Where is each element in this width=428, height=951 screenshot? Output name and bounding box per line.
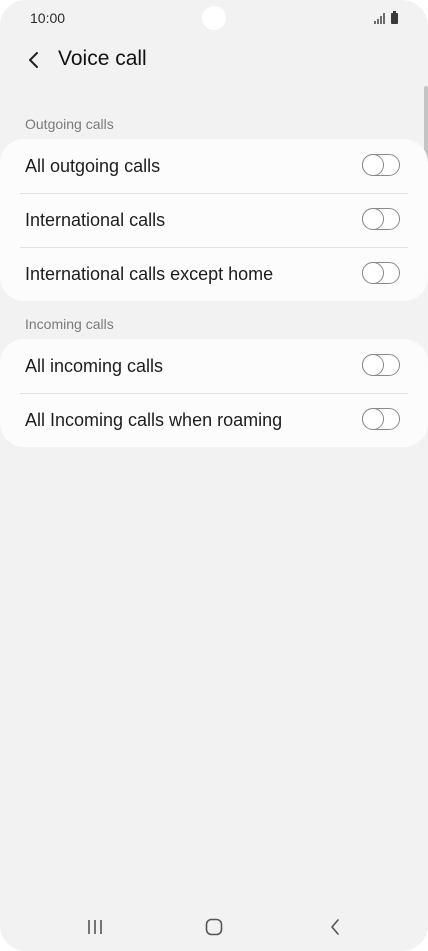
- list-item-label: All Incoming calls when roaming: [25, 410, 283, 430]
- toggle-switch[interactable]: [361, 353, 400, 376]
- status-bar: 10:00: [0, 0, 428, 38]
- toggle-knob: [361, 153, 384, 176]
- back-icon: [331, 919, 339, 935]
- list-item-international-calls-except-home[interactable]: International calls except home: [0, 247, 428, 301]
- toggle-switch[interactable]: [361, 207, 400, 230]
- toggle-switch[interactable]: [361, 153, 400, 176]
- list-item-all-incoming-calls-when-roaming[interactable]: All Incoming calls when roaming: [0, 393, 428, 447]
- navigation-bar: [0, 900, 428, 951]
- camera-cutout: [202, 6, 226, 30]
- toggle-switch[interactable]: [361, 407, 400, 430]
- toggle-knob: [361, 407, 384, 430]
- back-button[interactable]: [20, 46, 48, 74]
- list-item-all-outgoing-calls[interactable]: All outgoing calls: [0, 139, 428, 193]
- chevron-left-icon: [29, 52, 38, 68]
- toggle-knob: [361, 207, 384, 230]
- page-title: Voice call: [58, 47, 147, 70]
- recent-apps-button[interactable]: [75, 914, 115, 940]
- list-item-label: International calls: [25, 210, 166, 230]
- toggle-knob: [361, 353, 384, 376]
- status-time: 10:00: [30, 10, 66, 26]
- phone-screen: 10:00 Voice call Outgoing calls All outg…: [0, 0, 428, 951]
- list-item-label: International calls except home: [25, 264, 274, 284]
- list-item-international-calls[interactable]: International calls: [0, 193, 428, 247]
- toggle-switch[interactable]: [361, 261, 400, 284]
- recent-apps-icon: [88, 920, 102, 934]
- battery-icon: [391, 11, 398, 24]
- status-icons: [374, 11, 398, 24]
- list-item-all-incoming-calls[interactable]: All incoming calls: [0, 339, 428, 393]
- nav-back-button[interactable]: [315, 914, 355, 940]
- list-item-label: All outgoing calls: [25, 156, 161, 176]
- outgoing-calls-card: All outgoing calls International calls I…: [0, 139, 428, 301]
- home-icon: [205, 918, 223, 936]
- toggle-knob: [361, 261, 384, 284]
- list-item-label: All incoming calls: [25, 356, 164, 376]
- section-header-incoming-calls: Incoming calls: [25, 316, 114, 332]
- home-button[interactable]: [194, 914, 234, 940]
- signal-icon: [374, 12, 385, 24]
- section-header-outgoing-calls: Outgoing calls: [25, 116, 114, 132]
- app-bar: Voice call: [0, 40, 428, 80]
- incoming-calls-card: All incoming calls All Incoming calls wh…: [0, 339, 428, 447]
